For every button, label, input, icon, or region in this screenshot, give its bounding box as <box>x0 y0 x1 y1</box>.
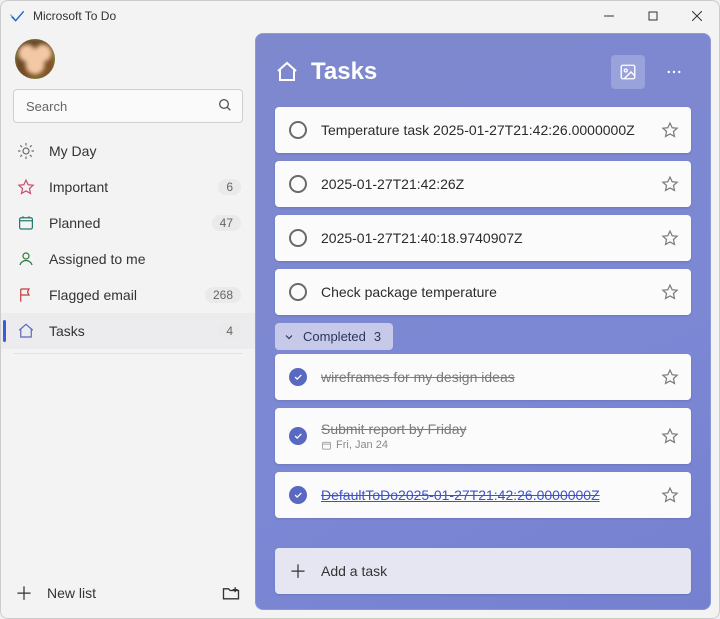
sidebar-item-important[interactable]: Important 6 <box>1 169 255 205</box>
panel-header: Tasks <box>275 55 691 89</box>
task-title: Submit report by Friday <box>321 421 647 437</box>
count-badge: 268 <box>205 287 241 303</box>
main-pane: Tasks Temperature task 2025-01-27T21:42:… <box>255 31 719 618</box>
sun-icon <box>17 142 35 160</box>
tasks-panel: Tasks Temperature task 2025-01-27T21:42:… <box>255 33 711 610</box>
task-title: 2025-01-27T21:40:18.9740907Z <box>321 230 647 246</box>
sidebar: My Day Important 6 Planned 47 <box>1 31 255 618</box>
star-icon[interactable] <box>661 121 679 139</box>
chevron-down-icon <box>283 331 295 343</box>
star-icon[interactable] <box>661 283 679 301</box>
completed-count: 3 <box>374 329 381 344</box>
star-icon[interactable] <box>661 175 679 193</box>
sidebar-item-label: Tasks <box>49 323 218 339</box>
count-badge: 47 <box>212 215 241 231</box>
search-icon[interactable] <box>217 97 233 113</box>
task-title: wireframes for my design ideas <box>321 369 647 385</box>
complete-toggle[interactable] <box>289 229 307 247</box>
completed-label: Completed <box>303 329 366 344</box>
sidebar-item-label: My Day <box>49 143 241 159</box>
task-row[interactable]: Temperature task 2025-01-27T21:42:26.000… <box>275 107 691 153</box>
new-list-label: New list <box>47 585 96 601</box>
more-button[interactable] <box>657 55 691 89</box>
page-title: Tasks <box>311 58 599 86</box>
sidebar-item-label: Planned <box>49 215 212 231</box>
completed-check-icon[interactable] <box>289 486 307 504</box>
search-input[interactable] <box>13 89 243 123</box>
task-row[interactable]: 2025-01-27T21:40:18.9740907Z <box>275 215 691 261</box>
task-row[interactable]: Check package temperature <box>275 269 691 315</box>
sidebar-item-label: Flagged email <box>49 287 205 303</box>
task-row[interactable]: wireframes for my design ideas <box>275 354 691 400</box>
task-row[interactable]: 2025-01-27T21:42:26Z <box>275 161 691 207</box>
person-icon <box>17 250 35 268</box>
open-task-list: Temperature task 2025-01-27T21:42:26.000… <box>275 107 691 315</box>
task-title: 2025-01-27T21:42:26Z <box>321 176 647 192</box>
task-row[interactable]: Submit report by Friday Fri, Jan 24 <box>275 408 691 464</box>
home-icon <box>275 60 299 84</box>
star-icon[interactable] <box>661 368 679 386</box>
flag-icon <box>17 286 35 304</box>
task-title: Temperature task 2025-01-27T21:42:26.000… <box>321 122 647 138</box>
app-body: My Day Important 6 Planned 47 <box>1 31 719 618</box>
count-badge: 4 <box>218 323 241 339</box>
window-maximize-button[interactable] <box>631 1 675 31</box>
sidebar-item-tasks[interactable]: Tasks 4 <box>1 313 255 349</box>
app-window: Microsoft To Do My Day <box>0 0 720 619</box>
complete-toggle[interactable] <box>289 175 307 193</box>
calendar-icon <box>17 214 35 232</box>
completed-check-icon[interactable] <box>289 427 307 445</box>
star-icon[interactable] <box>661 486 679 504</box>
completed-toggle[interactable]: Completed 3 <box>275 323 393 350</box>
plus-icon: ＋ <box>15 580 33 606</box>
app-logo-icon <box>9 8 25 24</box>
nav-list: My Day Important 6 Planned 47 <box>1 131 255 349</box>
star-icon[interactable] <box>661 229 679 247</box>
task-due: Fri, Jan 24 <box>321 439 647 451</box>
home-icon <box>17 322 35 340</box>
search-field <box>13 89 243 123</box>
new-list-button[interactable]: ＋ New list <box>15 580 221 606</box>
sidebar-footer: ＋ New list <box>1 568 255 618</box>
avatar[interactable] <box>15 39 55 79</box>
window-close-button[interactable] <box>675 1 719 31</box>
theme-button[interactable] <box>611 55 645 89</box>
completed-check-icon[interactable] <box>289 368 307 386</box>
completed-task-list: wireframes for my design ideas Submit re… <box>275 354 691 518</box>
add-task-label: Add a task <box>321 563 387 579</box>
sidebar-item-assigned[interactable]: Assigned to me <box>1 241 255 277</box>
task-title: DefaultToDo2025-01-27T21:42:26.0000000Z <box>321 487 647 503</box>
title-bar: Microsoft To Do <box>1 1 719 31</box>
star-icon <box>17 178 35 196</box>
count-badge: 6 <box>218 179 241 195</box>
window-title: Microsoft To Do <box>33 9 116 23</box>
complete-toggle[interactable] <box>289 283 307 301</box>
star-icon[interactable] <box>661 427 679 445</box>
window-minimize-button[interactable] <box>587 1 631 31</box>
sidebar-item-myday[interactable]: My Day <box>1 133 255 169</box>
sidebar-item-label: Important <box>49 179 218 195</box>
task-title: Check package temperature <box>321 284 647 300</box>
sidebar-item-label: Assigned to me <box>49 251 241 267</box>
add-task-button[interactable]: ＋ Add a task <box>275 548 691 594</box>
task-row[interactable]: DefaultToDo2025-01-27T21:42:26.0000000Z <box>275 472 691 518</box>
divider <box>13 353 243 354</box>
complete-toggle[interactable] <box>289 121 307 139</box>
new-group-button[interactable] <box>221 583 241 603</box>
sidebar-item-planned[interactable]: Planned 47 <box>1 205 255 241</box>
plus-icon: ＋ <box>289 558 307 584</box>
sidebar-item-flagged[interactable]: Flagged email 268 <box>1 277 255 313</box>
